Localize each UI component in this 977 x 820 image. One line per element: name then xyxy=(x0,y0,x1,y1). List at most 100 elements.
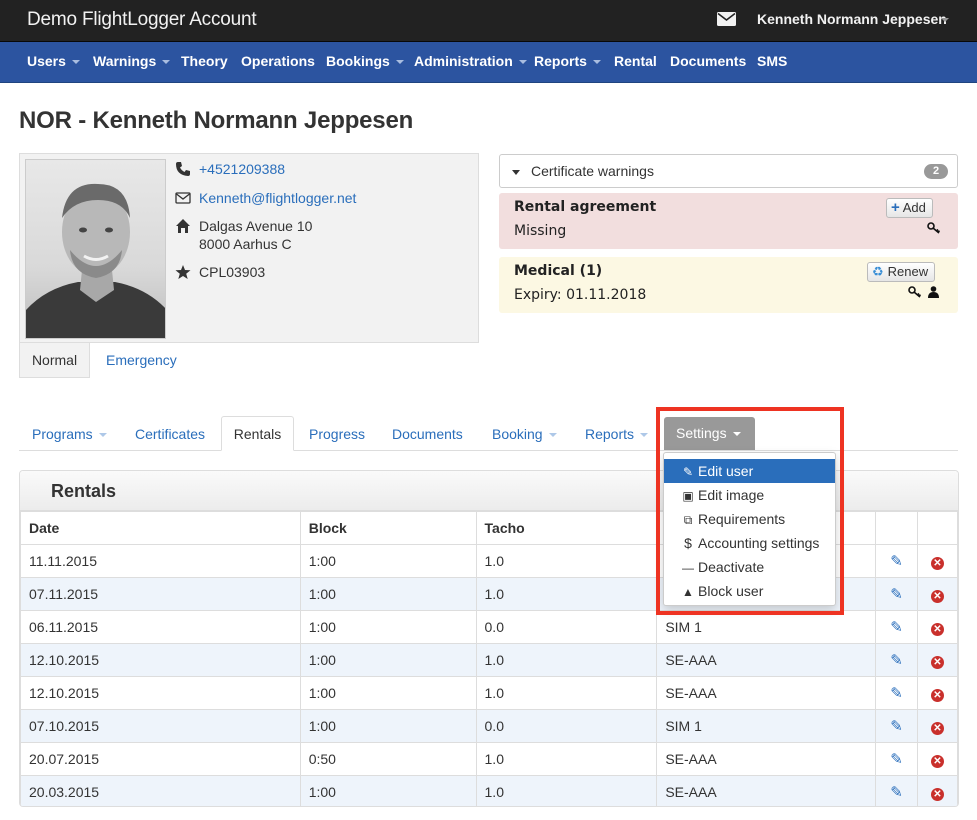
pencil-icon[interactable]: ✎ xyxy=(890,586,903,603)
rental-agreement-title: Rental agreement xyxy=(514,199,657,215)
cell-tacho: 0.0 xyxy=(475,610,658,644)
chevron-down-icon xyxy=(518,60,527,65)
nav-administration[interactable]: Administration xyxy=(414,53,527,69)
cell-block: 0:50 xyxy=(299,742,477,776)
nav-users[interactable]: Users xyxy=(27,53,80,69)
tab-reports[interactable]: Reports xyxy=(585,426,649,442)
nav-bookings[interactable]: Bookings xyxy=(326,53,404,69)
pencil-icon[interactable]: ✎ xyxy=(890,784,903,801)
delete-icon[interactable]: ✕ xyxy=(931,754,944,768)
column-header-block[interactable]: Block xyxy=(299,511,477,545)
add-button[interactable]: + Add xyxy=(886,198,933,218)
nav-sms[interactable]: SMS xyxy=(757,53,787,69)
cell-date: 11.11.2015 xyxy=(20,544,301,578)
phone-link[interactable]: +4521209388 xyxy=(199,160,285,178)
table-row: 07.10.2015 1:00 0.0 SIM 1 ✎ ✕ xyxy=(20,709,958,743)
delete-icon[interactable]: ✕ xyxy=(931,721,944,735)
page-title: NOR - Kenneth Normann Jeppesen xyxy=(19,107,414,134)
cell-block: 1:00 xyxy=(299,709,477,743)
envelope-icon[interactable] xyxy=(717,12,736,26)
cell-block: 1:00 xyxy=(299,577,477,611)
tab-rentals[interactable]: Rentals xyxy=(221,416,294,451)
column-header-date[interactable]: Date xyxy=(20,511,301,545)
user-menu[interactable]: Kenneth Normann Jeppesen xyxy=(757,11,947,27)
main-nav: Users Warnings Theory Operations Booking… xyxy=(0,42,977,83)
table-row: 20.03.2015 1:00 1.0 SE-AAA ✎ ✕ xyxy=(20,775,958,806)
tab-normal[interactable]: Normal xyxy=(19,343,90,378)
cell-tacho: 1.0 xyxy=(475,643,658,677)
nav-reports[interactable]: Reports xyxy=(534,53,601,69)
table-row: 12.10.2015 1:00 1.0 SE-AAA ✎ ✕ xyxy=(20,643,958,677)
phone-icon xyxy=(176,162,190,176)
cell-aircraft: SE-AAA xyxy=(656,643,877,677)
address-line2: 8000 Aarhus C xyxy=(199,236,292,252)
warnings-count-badge: 2 xyxy=(924,164,948,179)
recycle-icon: ♻ xyxy=(872,264,884,279)
profile-photo[interactable] xyxy=(25,159,166,339)
cell-tacho: 0.0 xyxy=(475,709,658,743)
tab-emergency[interactable]: Emergency xyxy=(106,352,177,368)
tab-programs[interactable]: Programs xyxy=(32,426,107,442)
plus-icon: + xyxy=(891,199,900,216)
rentals-title: Rentals xyxy=(51,481,117,501)
chevron-down-icon xyxy=(548,433,557,438)
certificate-warnings-toggle[interactable]: Certificate warnings 2 xyxy=(499,154,958,188)
home-icon xyxy=(176,219,190,233)
pencil-icon[interactable]: ✎ xyxy=(890,619,903,636)
delete-icon[interactable]: ✕ xyxy=(931,556,944,570)
nav-documents[interactable]: Documents xyxy=(670,53,746,69)
pencil-icon[interactable]: ✎ xyxy=(890,553,903,570)
pencil-icon[interactable]: ✎ xyxy=(890,652,903,669)
pencil-icon[interactable]: ✎ xyxy=(890,718,903,735)
chevron-down-icon xyxy=(592,60,601,65)
cell-block: 1:00 xyxy=(299,643,477,677)
renew-button[interactable]: ♻ Renew xyxy=(867,262,936,282)
cell-block: 1:00 xyxy=(299,544,477,578)
delete-icon[interactable]: ✕ xyxy=(931,622,944,636)
nav-warnings[interactable]: Warnings xyxy=(93,53,171,69)
cell-date: 12.10.2015 xyxy=(20,676,301,710)
email-link[interactable]: Kenneth@flightlogger.net xyxy=(199,189,356,207)
chevron-down-icon xyxy=(640,433,649,438)
delete-icon[interactable]: ✕ xyxy=(931,655,944,669)
cell-date: 20.07.2015 xyxy=(20,742,301,776)
column-header-delete xyxy=(917,511,958,545)
tab-booking[interactable]: Booking xyxy=(492,426,557,442)
tab-certificates[interactable]: Certificates xyxy=(135,426,205,442)
cell-date: 06.11.2015 xyxy=(20,610,301,644)
cell-block: 1:00 xyxy=(299,610,477,644)
cell-date: 07.11.2015 xyxy=(20,577,301,611)
cell-tacho: 1.0 xyxy=(475,577,658,611)
user-icon xyxy=(928,286,939,301)
key-icon xyxy=(908,286,922,301)
delete-icon[interactable]: ✕ xyxy=(931,688,944,702)
chevron-down-icon xyxy=(98,433,107,438)
license-number: CPL03903 xyxy=(199,264,266,280)
cell-aircraft: SE-AAA xyxy=(656,775,877,806)
delete-icon[interactable]: ✕ xyxy=(931,787,944,801)
tab-progress[interactable]: Progress xyxy=(309,426,365,442)
cell-date: 07.10.2015 xyxy=(20,709,301,743)
nav-rental[interactable]: Rental xyxy=(614,53,657,69)
cell-aircraft: SIM 1 xyxy=(656,709,877,743)
cell-aircraft: SE-AAA xyxy=(656,742,877,776)
table-row: 20.07.2015 0:50 1.0 SE-AAA ✎ ✕ xyxy=(20,742,958,776)
rental-agreement-status: Missing xyxy=(514,223,567,239)
key-icon xyxy=(927,222,941,237)
pencil-icon[interactable]: ✎ xyxy=(890,751,903,768)
column-header-tacho[interactable]: Tacho xyxy=(475,511,658,545)
medical-title: Medical (1) xyxy=(514,263,603,279)
app-title[interactable]: Demo FlightLogger Account xyxy=(27,9,257,31)
chevron-down-icon[interactable] xyxy=(941,18,949,22)
tab-documents[interactable]: Documents xyxy=(392,426,463,442)
highlight-annotation xyxy=(656,407,844,615)
nav-operations[interactable]: Operations xyxy=(241,53,315,69)
caret-down-icon xyxy=(512,170,520,175)
nav-theory[interactable]: Theory xyxy=(181,53,228,69)
chevron-down-icon xyxy=(395,60,404,65)
delete-icon[interactable]: ✕ xyxy=(931,589,944,603)
pencil-icon[interactable]: ✎ xyxy=(890,685,903,702)
cell-tacho: 1.0 xyxy=(475,775,658,806)
rental-agreement-warning: Rental agreement Missing + Add xyxy=(499,193,958,249)
top-bar: Demo FlightLogger Account Kenneth Norman… xyxy=(0,0,977,42)
